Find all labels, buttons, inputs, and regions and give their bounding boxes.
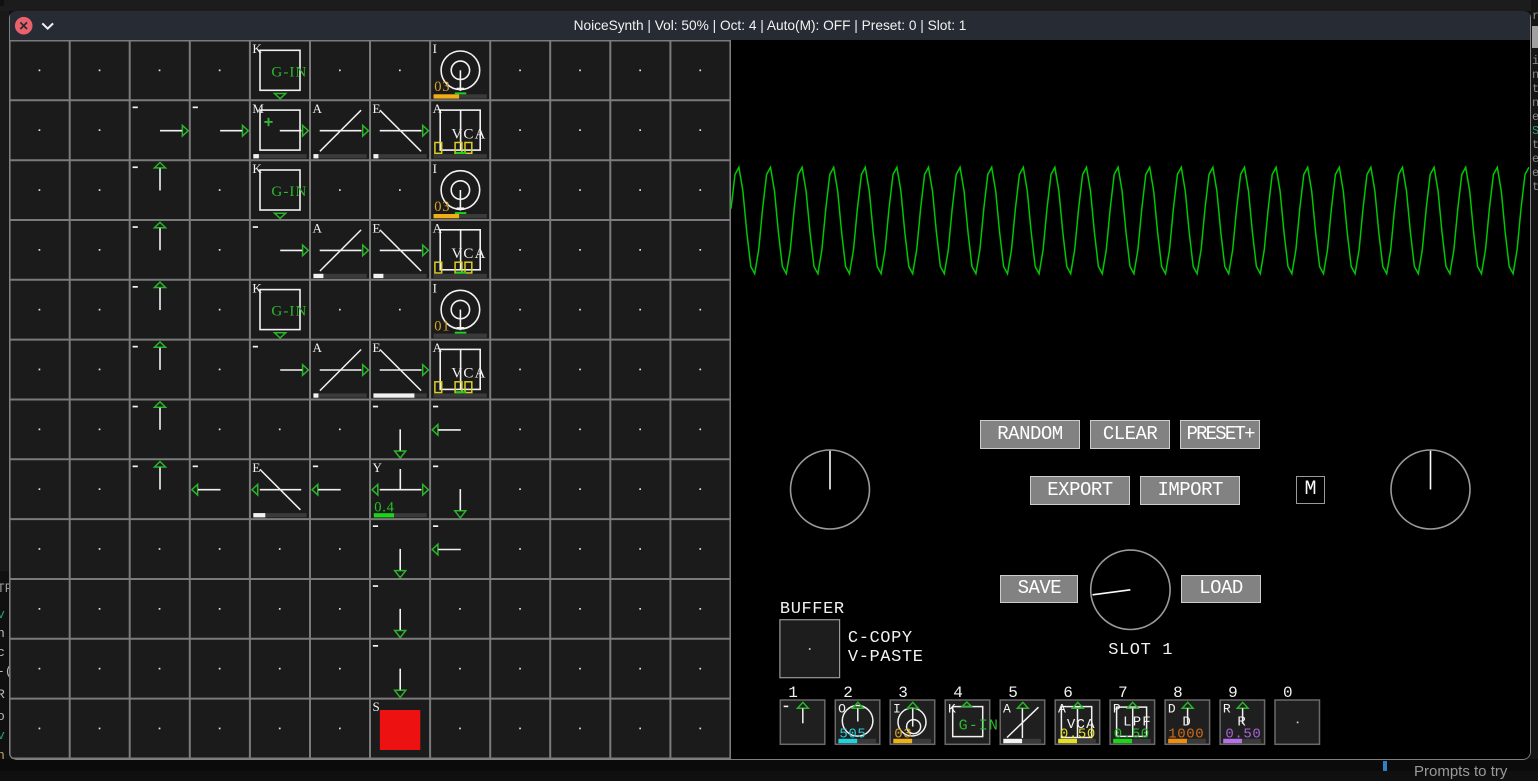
- svg-text:6: 6: [1063, 684, 1073, 702]
- svg-text:7: 7: [1118, 684, 1128, 702]
- svg-text:R: R: [1223, 701, 1231, 716]
- svg-text:5: 5: [1008, 684, 1018, 702]
- svg-text:4: 4: [953, 684, 963, 702]
- svg-text:2: 2: [843, 684, 853, 702]
- svg-text:8: 8: [1173, 684, 1183, 702]
- svg-text:O: O: [838, 701, 846, 716]
- svg-text:9: 9: [1228, 684, 1238, 702]
- svg-text:D: D: [1168, 701, 1176, 716]
- svg-text:0: 0: [1283, 684, 1293, 702]
- svg-text:A: A: [1003, 701, 1011, 716]
- svg-text:G-IN: G-IN: [959, 718, 999, 735]
- svg-text:3: 3: [898, 684, 908, 702]
- svg-text:1: 1: [788, 684, 798, 702]
